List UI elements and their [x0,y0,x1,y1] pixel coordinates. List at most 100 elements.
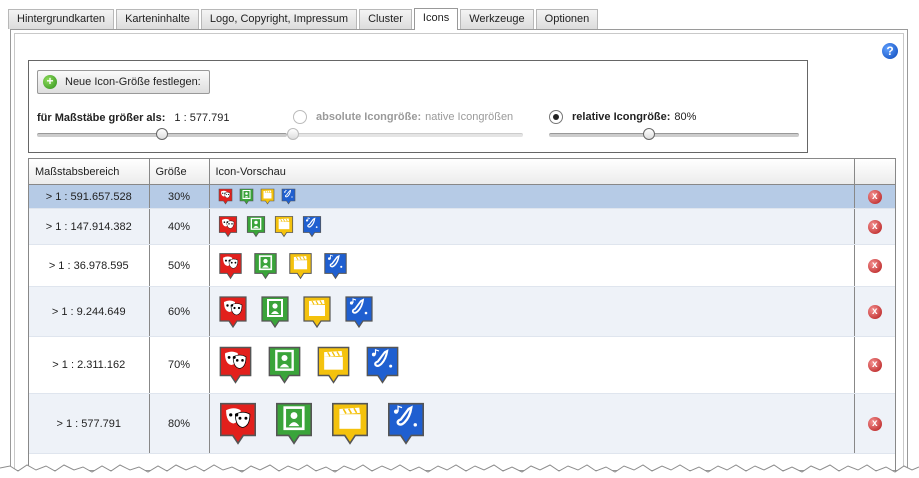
theater-masks-icon [219,346,251,384]
delete-row-icon[interactable]: x [867,219,882,234]
scale-range-cell: > 1 : 9.244.649 [29,286,150,337]
absolute-icon-size-radio[interactable]: absolute Icongröße: native Icongrößen [293,110,513,124]
delete-cell: x [854,208,895,245]
theater-masks-icon [218,216,237,238]
icon-preview-cell [209,208,855,245]
icons-panel-inner: ? + Neue Icon-Größe festlegen: für Maßst… [14,33,904,475]
icon-preview-group [210,188,854,205]
relative-slider-handle[interactable] [643,128,655,140]
column-header-delete [854,159,895,185]
absolute-icon-size-value: native Icongrößen [425,111,514,123]
saxophone-music-icon [387,402,424,445]
size-cell: 70% [149,336,210,394]
table-row[interactable]: > 1 : 9.244.649 60% x [29,286,895,337]
tab-optionen[interactable]: Optionen [535,9,599,29]
icon-size-settings: + Neue Icon-Größe festlegen: für Maßstäb… [28,60,808,153]
film-clapper-icon [317,346,349,384]
theater-masks-icon [219,402,256,445]
delete-cell: x [854,286,895,337]
icon-preview-cell [209,244,855,287]
scale-range-cell: > 1 : 577.791 [29,393,150,454]
portrait-frame-icon [253,252,277,279]
delete-row-icon[interactable]: x [867,189,882,204]
saxophone-music-icon [281,188,295,205]
scale-slider[interactable] [37,127,287,141]
absolute-size-slider[interactable] [287,127,523,141]
delete-row-icon[interactable]: x [867,416,882,431]
tab-hintergrundkarten[interactable]: Hintergrundkarten [8,9,115,29]
scale-range-cell: > 1 : 36.978.595 [29,244,150,287]
saxophone-music-icon [344,295,373,328]
tab-logo-copyright-impressum[interactable]: Logo, Copyright, Impressum [200,9,358,29]
icons-panel: ? + Neue Icon-Größe festlegen: für Maßst… [10,29,908,475]
icon-preview-cell [209,286,855,337]
relative-icon-size-label: relative Icongröße: [572,111,671,123]
tab-karteninhalte[interactable]: Karteninhalte [116,9,199,29]
theater-masks-icon [218,252,242,279]
scale-threshold-caption: für Maßstäbe größer als: [37,112,166,124]
icon-preview-cell [209,336,855,394]
delete-cell: x [854,244,895,287]
saxophone-music-icon [366,346,398,384]
icon-preview-group [210,215,854,238]
add-icon-size-button[interactable]: + Neue Icon-Größe festlegen: [37,70,210,94]
portrait-frame-icon [260,295,289,328]
absolute-radio-button[interactable] [293,110,307,124]
relative-icon-size-value: 80% [674,111,697,123]
table-row[interactable]: > 1 : 577.791 80% x [29,393,895,454]
relative-size-slider[interactable] [549,127,799,141]
tab-werkzeuge[interactable]: Werkzeuge [460,9,534,29]
column-header-preview[interactable]: Icon-Vorschau [209,159,855,185]
absolute-slider-handle[interactable] [287,128,299,140]
theater-masks-icon [218,295,247,328]
relative-radio-button[interactable] [549,110,563,124]
absolute-icon-size-label: absolute Icongröße: [316,111,422,123]
portrait-frame-icon [275,402,312,445]
scale-threshold-value: 1 : 577.791 [174,112,230,124]
film-clapper-icon [260,188,274,205]
delete-cell: x [854,393,895,454]
size-cell: 50% [149,244,210,287]
tab-cluster[interactable]: Cluster [359,9,412,29]
scale-range-cell: > 1 : 591.657.528 [29,184,150,209]
icon-size-table: Maßstabsbereich Größe Icon-Vorschau > 1 … [28,158,896,475]
icon-preview-group [210,401,854,446]
portrait-frame-icon [268,346,300,384]
portrait-frame-icon [239,188,253,205]
delete-row-icon[interactable]: x [867,304,882,319]
table-row[interactable]: > 1 : 591.657.528 30% x [29,184,895,209]
scale-range-cell: > 1 : 2.311.162 [29,336,150,394]
icon-preview-group [210,252,854,280]
absolute-slider-track [293,133,523,137]
size-cell: 80% [149,393,210,454]
delete-cell: x [854,184,895,209]
film-clapper-icon [302,295,331,328]
icon-preview-group [210,345,854,385]
scale-threshold-label: für Maßstäbe größer als: 1 : 577.791 [37,112,229,124]
saxophone-music-icon [302,216,321,238]
table-row[interactable]: > 1 : 2.311.162 70% x [29,336,895,394]
theater-masks-icon [218,188,232,205]
table-row[interactable]: > 1 : 147.914.382 40% x [29,208,895,245]
relative-icon-size-radio[interactable]: relative Icongröße: 80% [549,110,696,124]
delete-row-icon[interactable]: x [867,358,882,372]
scale-slider-handle[interactable] [156,128,168,140]
film-clapper-icon [274,216,293,238]
tab-bar: Hintergrundkarten Karteninhalte Logo, Copy… [8,8,600,30]
relative-slider-track [549,133,799,137]
icon-preview-group [210,295,854,329]
column-header-scale[interactable]: Maßstabsbereich [29,159,150,185]
saxophone-music-icon [323,252,347,279]
delete-row-icon[interactable]: x [867,258,882,273]
size-cell: 60% [149,286,210,337]
torn-edge [0,464,919,478]
help-icon[interactable]: ? [882,43,898,59]
tab-icons[interactable]: Icons [413,8,459,30]
film-clapper-icon [288,252,312,279]
icon-preview-cell [209,184,855,209]
table-row[interactable]: > 1 : 36.978.595 50% x [29,244,895,287]
size-cell: 30% [149,184,210,209]
delete-cell: x [854,336,895,394]
column-header-size[interactable]: Größe [149,159,210,185]
size-cell: 40% [149,208,210,245]
